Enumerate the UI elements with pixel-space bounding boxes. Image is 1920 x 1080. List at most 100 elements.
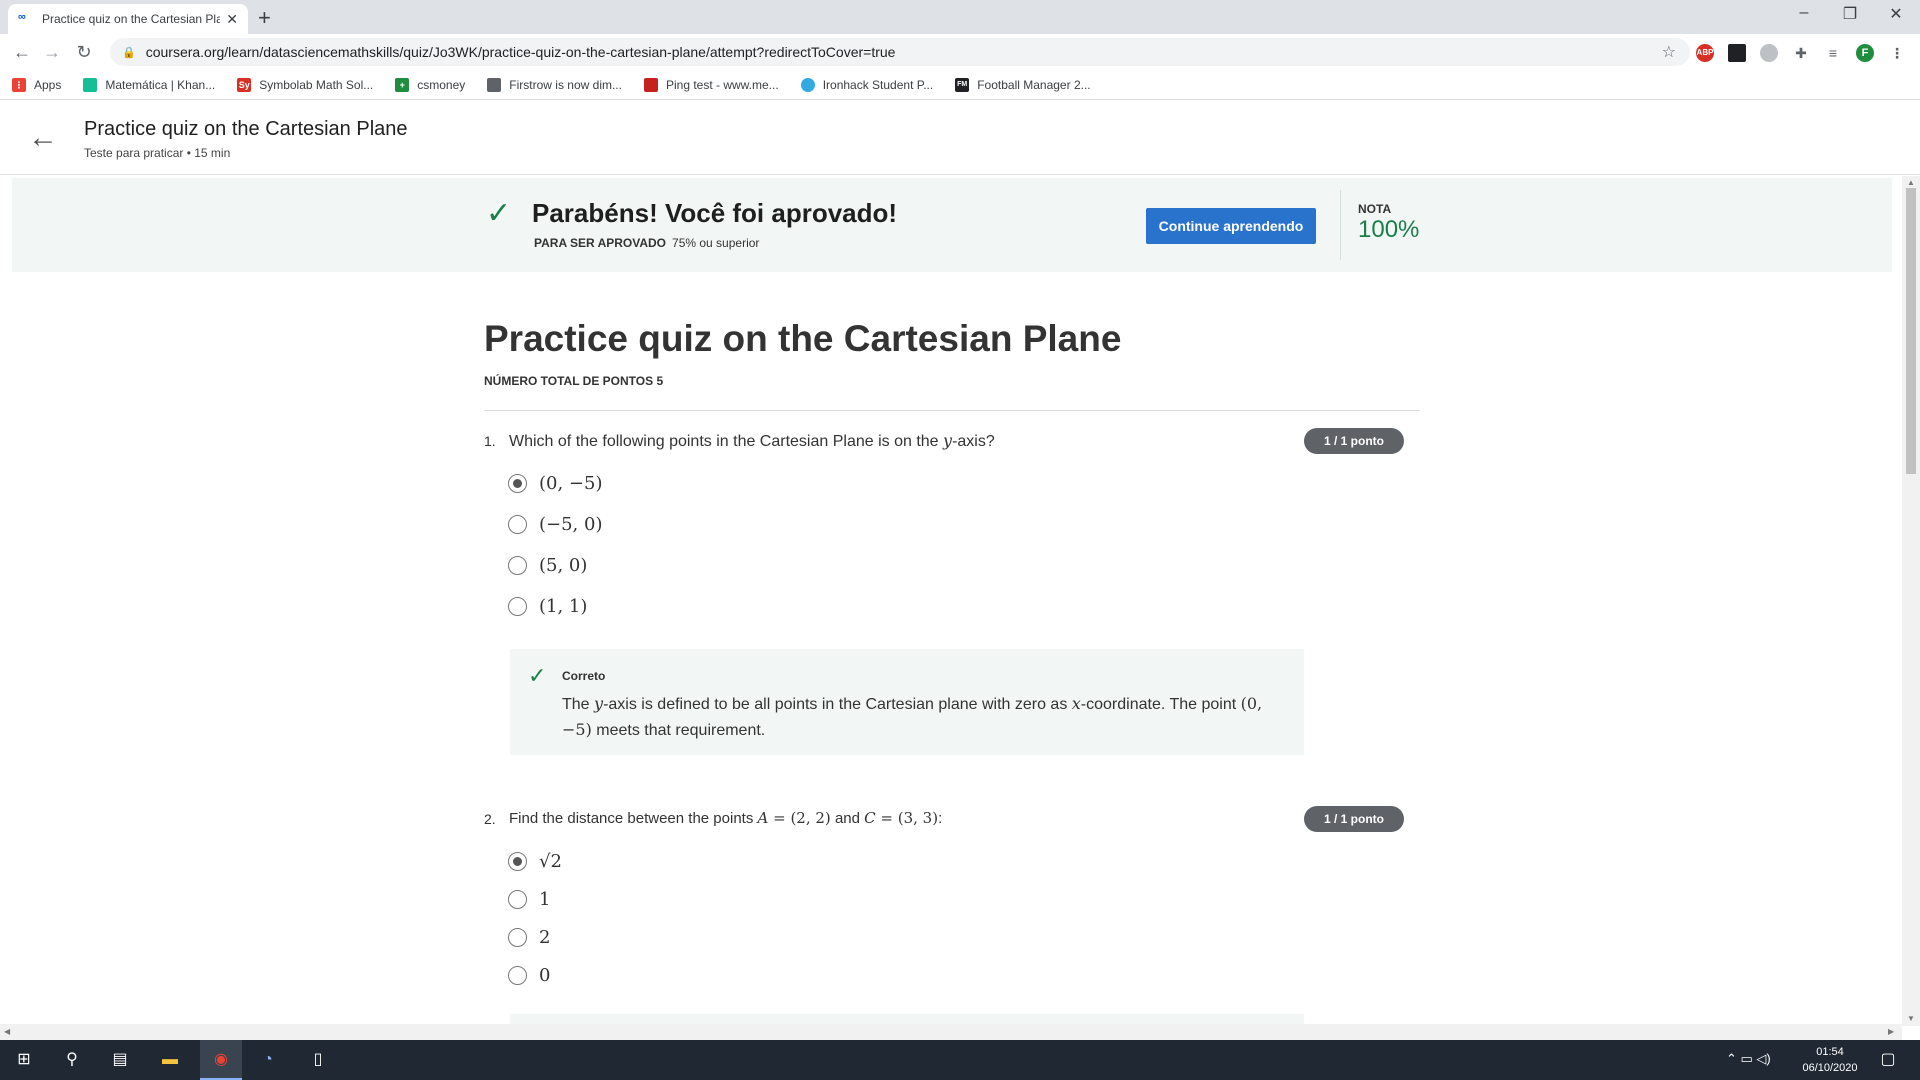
apps-grid-icon: ⋮ [12,77,26,92]
menu-icon[interactable]: ⋮ [1888,44,1906,62]
ironhack-icon [800,77,815,92]
scrollbar-thumb[interactable] [1906,188,1916,474]
bookmark-label: Ironhack Student P... [822,77,934,92]
radio-button[interactable] [508,515,527,534]
score-badge: 1 / 1 ponto [1304,806,1404,832]
puzzle-icon[interactable]: ✚ [1792,44,1810,62]
profile-avatar[interactable]: F [1856,44,1874,62]
browser-tab-strip: ∞ Practice quiz on the Cartesian Pla ✕ +… [0,0,1920,34]
option-label: 2 [539,927,551,948]
url-text: coursera.org/learn/datasciencemathskills… [145,44,896,60]
pass-requirement-value: 75% ou superior [672,236,760,250]
horizontal-scrollbar[interactable]: ◀ ▶ [0,1024,1902,1040]
chrome-icon[interactable]: ◉ [209,1048,233,1072]
feedback-box: ✓ Correto The y-axis is defined to be al… [510,649,1304,755]
media-icon[interactable]: ≡ [1824,44,1842,62]
grade-label: NOTA [1358,202,1392,216]
khan-icon [83,77,98,92]
search-icon[interactable]: ⚲ [60,1048,84,1072]
answer-option[interactable]: 1 [508,889,550,910]
system-tray[interactable]: ⌃ ▭ ◁) [1726,1051,1771,1067]
date: 06/10/2020 [1802,1062,1858,1074]
grade-value: 100% [1358,216,1420,243]
question-text: Find the distance between the points A =… [509,809,943,827]
lock-icon: 🔒 [122,46,136,59]
pingtest-icon [643,77,658,92]
answer-option[interactable]: √2 [508,851,562,872]
new-tab-button[interactable]: + [258,5,271,31]
time: 01:54 [1816,1046,1844,1058]
bookmark-khan[interactable]: Matemática | Khan... [83,77,215,92]
radio-button[interactable] [508,928,527,947]
file-explorer-icon[interactable]: ▬ [158,1048,182,1072]
answer-option[interactable]: (1, 1) [508,596,587,617]
task-view-icon[interactable]: ▤ [108,1048,132,1072]
bookmark-star-icon[interactable]: ☆ [1662,42,1676,62]
clock[interactable]: 01:54 06/10/2020 [1790,1044,1870,1076]
page-header: ← Practice quiz on the Cartesian Plane T… [0,101,1920,175]
option-label: √2 [539,851,562,872]
total-points: NÚMERO TOTAL DE PONTOS 5 [484,374,664,388]
scroll-up-icon[interactable]: ▲ [1907,178,1915,187]
back-arrow-icon[interactable]: ← [10,40,34,64]
radio-button[interactable] [508,597,527,616]
check-icon: ✓ [486,197,512,230]
shield-icon[interactable] [1760,44,1778,62]
vertical-scrollbar[interactable]: ▲ ▼ [1902,176,1920,1026]
answer-option[interactable]: (−5, 0) [508,514,602,535]
firstrow-icon [487,77,502,92]
bookmark-apps[interactable]: ⋮ Apps [12,77,61,92]
radio-button[interactable] [508,966,527,985]
quiz-title: Practice quiz on the Cartesian Plane [484,318,1122,359]
close-window-icon[interactable]: ✕ [1876,4,1916,24]
minimize-icon[interactable]: – [1784,4,1824,22]
question-number: 1. [484,433,496,449]
forward-arrow-icon[interactable]: → [40,40,64,64]
notifications-icon[interactable]: ▢ [1876,1048,1900,1072]
option-label: (−5, 0) [539,514,603,535]
page-title: Practice quiz on the Cartesian Plane [84,118,408,140]
back-arrow-icon[interactable]: ← [28,123,58,153]
windows-start-icon[interactable]: ⊞ [12,1048,36,1072]
score-badge: 1 / 1 ponto [1304,428,1404,454]
adblock-icon[interactable]: ABP [1696,44,1714,62]
bookmark-csmoney[interactable]: + csmoney [395,77,466,92]
scroll-right-icon[interactable]: ▶ [1888,1027,1894,1036]
app-icon[interactable]: ◔ [256,1048,280,1072]
answer-option[interactable]: 2 [508,927,550,948]
feedback-box [510,1014,1304,1024]
bookmark-label: csmoney [417,77,466,92]
bookmark-firstrow[interactable]: Firstrow is now dim... [487,77,622,92]
close-tab-icon[interactable]: ✕ [226,11,238,28]
browser-tab[interactable]: ∞ Practice quiz on the Cartesian Pla ✕ [8,4,248,34]
radio-button[interactable] [508,474,527,493]
scroll-left-icon[interactable]: ◀ [4,1027,10,1036]
restore-icon[interactable]: ❐ [1830,4,1870,24]
check-icon: ✓ [528,663,547,688]
answer-option[interactable]: (0, −5) [508,473,602,494]
extension-icon[interactable] [1728,44,1746,62]
bookmark-symbolab[interactable]: Sy Symbolab Math Sol... [237,77,373,92]
pass-requirement-label: PARA SER APROVADO [534,236,667,250]
bookmark-pingtest[interactable]: Ping test - www.me... [643,77,779,92]
answer-option[interactable]: (5, 0) [508,555,587,576]
reload-icon[interactable]: ↻ [72,40,96,64]
address-bar[interactable]: 🔒 coursera.org/learn/datasciencemathskil… [110,38,1690,66]
scroll-down-icon[interactable]: ▼ [1907,1014,1915,1023]
csmoney-icon: + [395,77,410,92]
bookmark-label: Football Manager 2... [977,77,1091,92]
option-label: 0 [539,965,551,986]
document-icon[interactable]: ▯ [306,1048,330,1072]
bookmark-football-manager[interactable]: FM Football Manager 2... [955,77,1091,92]
option-label: (1, 1) [539,596,588,617]
bookmark-ironhack[interactable]: Ironhack Student P... [800,77,934,92]
radio-button[interactable] [508,890,527,909]
answer-option[interactable]: 0 [508,965,550,986]
feedback-text: The y-axis is defined to be all points i… [562,694,1263,739]
continue-learning-button[interactable]: Continue aprendendo [1146,208,1316,244]
divider [484,410,1420,411]
radio-button[interactable] [508,852,527,871]
radio-button[interactable] [508,556,527,575]
bookmarks-bar: ⋮ Apps Matemática | Khan... Sy Symbolab … [0,70,1920,100]
bookmark-label: Firstrow is now dim... [509,77,622,92]
